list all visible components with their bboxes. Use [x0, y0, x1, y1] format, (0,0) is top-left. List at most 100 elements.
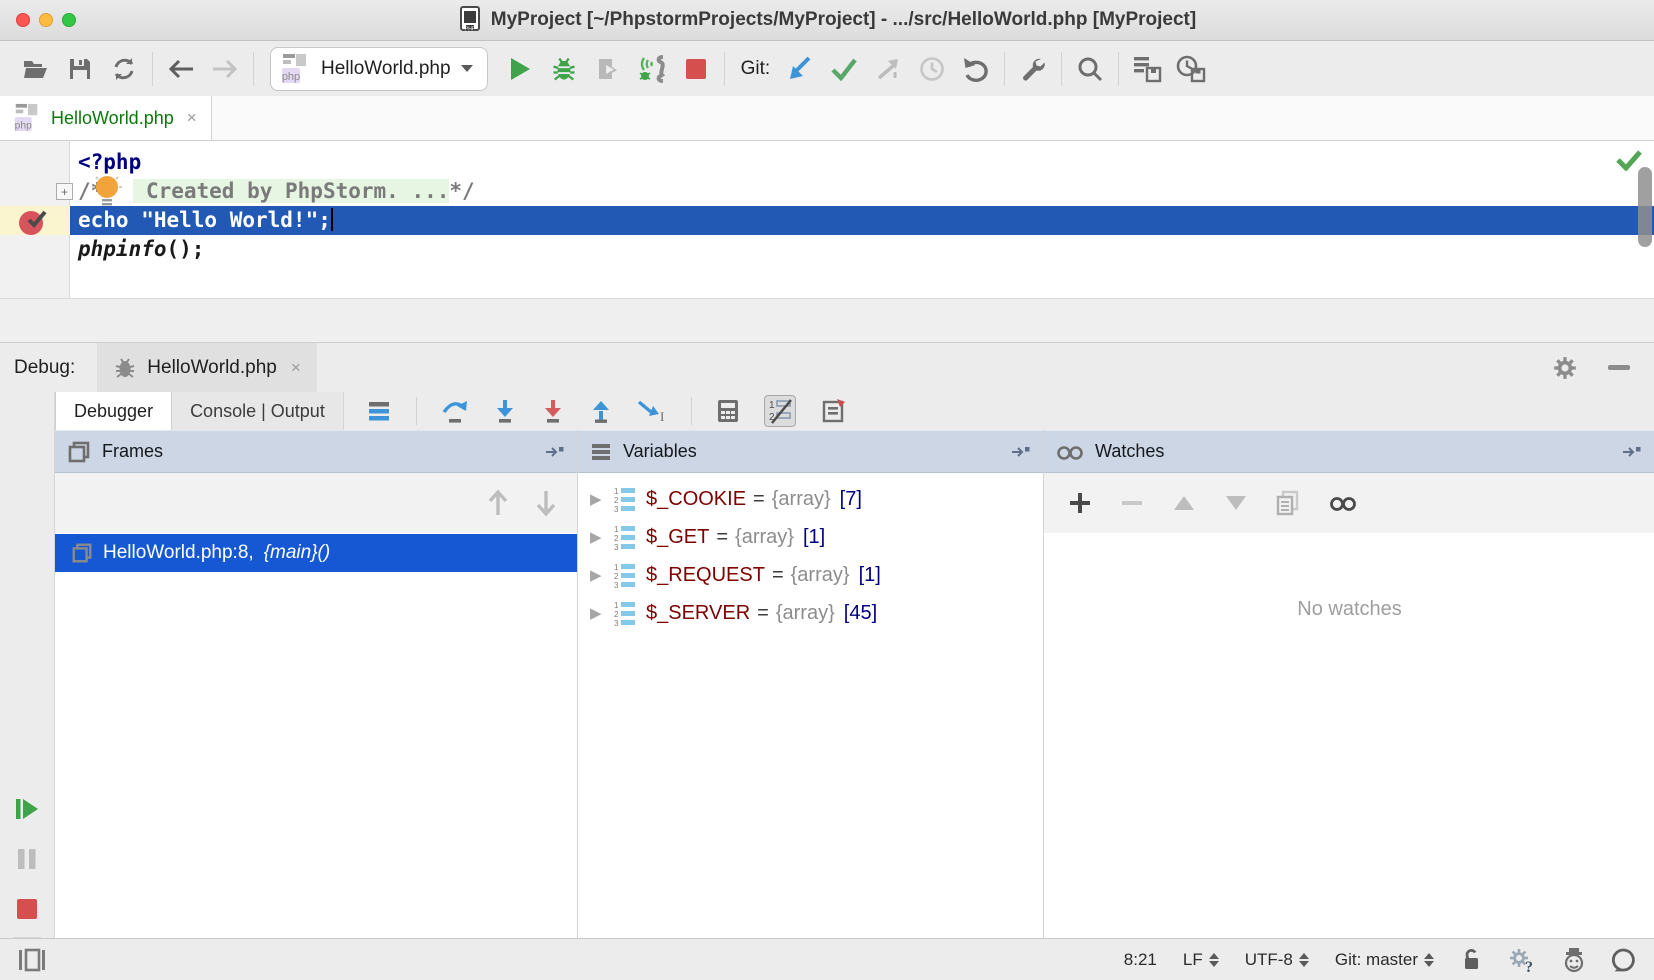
variable-name: $_SERVER: [646, 602, 750, 625]
tab-console-output[interactable]: Console | Output: [172, 392, 344, 430]
hide-panel-icon[interactable]: [1011, 445, 1031, 459]
frame-up-icon[interactable]: [487, 489, 509, 517]
back-icon[interactable]: [159, 49, 203, 89]
run-to-cursor-icon[interactable]: I: [637, 398, 667, 424]
editor-tab-helloworld[interactable]: php HelloWorld.php ×: [0, 96, 212, 140]
resume-icon[interactable]: [14, 796, 40, 822]
expand-arrow-icon[interactable]: ▶: [590, 566, 612, 584]
intention-bulb-icon[interactable]: [92, 174, 122, 208]
rollback-icon[interactable]: [954, 49, 998, 89]
forward-icon[interactable]: [203, 49, 247, 89]
svg-text:php: php: [282, 71, 300, 83]
show-watches-in-variables-icon[interactable]: [1328, 494, 1358, 512]
duplicate-watch-icon[interactable]: [1276, 490, 1300, 516]
minimize-window-button[interactable]: [39, 13, 53, 27]
show-execution-point-icon[interactable]: [366, 399, 392, 423]
frame-down-icon[interactable]: [535, 489, 557, 517]
svg-text:3: 3: [614, 581, 619, 589]
frames-icon: [67, 440, 91, 464]
stop-icon[interactable]: [674, 49, 718, 89]
step-out-icon[interactable]: [589, 398, 613, 424]
expand-arrow-icon[interactable]: ▶: [590, 528, 612, 546]
run-configuration-select[interactable]: php HelloWorld.php: [270, 47, 488, 91]
debug-icon[interactable]: [542, 49, 586, 89]
editor[interactable]: <?php /* Created by PhpStorm. ...*/ echo…: [0, 141, 1654, 298]
save-context-icon[interactable]: [1125, 49, 1169, 89]
frame-row-selected[interactable]: HelloWorld.php:8, {main}(): [55, 534, 577, 572]
variable-row-get[interactable]: ▶ 123 $_GET = {array} [1]: [578, 518, 1044, 556]
variable-eq: =: [716, 526, 728, 549]
open-icon[interactable]: [14, 49, 58, 89]
line-ending-select[interactable]: LF: [1183, 950, 1219, 970]
hide-panel-icon[interactable]: [1622, 445, 1642, 459]
listen-debug-connections-icon[interactable]: [630, 49, 674, 89]
move-watch-up-icon[interactable]: [1172, 494, 1196, 512]
bug-icon: [113, 356, 137, 380]
encoding-select[interactable]: UTF-8: [1245, 950, 1309, 970]
synchronize-icon[interactable]: [102, 49, 146, 89]
unlock-icon[interactable]: [1460, 948, 1482, 972]
svg-text:1: 1: [614, 525, 619, 534]
tab-debugger[interactable]: Debugger: [55, 392, 172, 430]
hide-panel-icon[interactable]: [545, 445, 565, 459]
git-push-icon[interactable]: [866, 49, 910, 89]
search-everywhere-icon[interactable]: [1068, 49, 1112, 89]
git-update-icon[interactable]: [778, 49, 822, 89]
hector-inspector-icon[interactable]: [1562, 947, 1586, 973]
close-window-button[interactable]: [16, 13, 30, 27]
save-icon[interactable]: [58, 49, 102, 89]
zoom-window-button[interactable]: [62, 13, 76, 27]
hide-toolwindow-icon[interactable]: [1608, 365, 1630, 370]
git-branch-select[interactable]: Git: master: [1335, 950, 1434, 970]
breakpoint-icon[interactable]: [17, 208, 51, 236]
expand-arrow-icon[interactable]: ▶: [590, 604, 612, 622]
move-watch-down-icon[interactable]: [1224, 494, 1248, 512]
inspections-help-icon[interactable]: ?: [1508, 947, 1536, 973]
settings-wrench-icon[interactable]: [1011, 49, 1055, 89]
close-tab-icon[interactable]: ×: [187, 108, 197, 128]
inspections-ok-icon[interactable]: [1616, 149, 1642, 171]
event-log-bubble-icon[interactable]: [1612, 948, 1636, 972]
run-with-coverage-icon[interactable]: [586, 49, 630, 89]
editor-tab-label: HelloWorld.php: [51, 108, 174, 129]
evaluate-expression-icon[interactable]: [716, 398, 740, 424]
step-over-icon[interactable]: [441, 398, 469, 424]
variables-icon: [590, 442, 612, 462]
git-toolbar-label: Git:: [741, 58, 771, 80]
remove-watch-icon[interactable]: [1120, 491, 1144, 515]
pause-icon[interactable]: [16, 847, 38, 871]
debug-settings-gear-icon[interactable]: [1552, 355, 1578, 381]
php-file-icon: php: [12, 102, 42, 134]
caret-position[interactable]: 8:21: [1124, 950, 1157, 970]
restore-context-icon[interactable]: [1169, 49, 1213, 89]
fold-toggle-icon[interactable]: +: [56, 183, 73, 200]
editor-scrollbar[interactable]: [1638, 167, 1652, 247]
phpinfo-call: phpinfo: [78, 237, 167, 261]
variable-row-server[interactable]: ▶ 123 $_SERVER = {array} [45]: [578, 594, 1044, 632]
expand-arrow-icon[interactable]: ▶: [590, 490, 612, 508]
main-toolbar: php HelloWorld.php: [0, 41, 1654, 96]
variable-row-request[interactable]: ▶ 123 $_REQUEST = {array} [1]: [578, 556, 1044, 594]
step-into-icon[interactable]: [493, 398, 517, 424]
updown-chevron-icon: [1424, 953, 1434, 967]
svg-text:?: ?: [1525, 959, 1533, 973]
add-watch-icon[interactable]: [1068, 491, 1092, 515]
break-at-first-line-icon[interactable]: 1 2: [764, 395, 796, 427]
debug-session-tab[interactable]: HelloWorld.php ×: [97, 343, 317, 393]
force-step-into-icon[interactable]: [541, 398, 565, 424]
history-icon[interactable]: [910, 49, 954, 89]
variable-row-cookie[interactable]: ▶ 123 $_COOKIE = {array} [7]: [578, 480, 1044, 518]
git-commit-icon[interactable]: [822, 49, 866, 89]
variable-eq: =: [772, 564, 784, 587]
variable-type: {array}: [791, 564, 850, 587]
export-threads-icon[interactable]: [820, 398, 846, 424]
editor-debug-splitter[interactable]: [0, 298, 1654, 342]
folded-comment-region[interactable]: Created by PhpStorm. ...: [133, 179, 449, 203]
echo-statement: echo "Hello World!";: [78, 208, 331, 232]
run-icon[interactable]: [498, 49, 542, 89]
variable-type: {array}: [772, 488, 831, 511]
toolwindow-switcher-icon[interactable]: [18, 948, 46, 972]
stop-icon[interactable]: [16, 898, 38, 920]
close-session-icon[interactable]: ×: [291, 358, 301, 378]
svg-text:php: php: [15, 120, 32, 131]
